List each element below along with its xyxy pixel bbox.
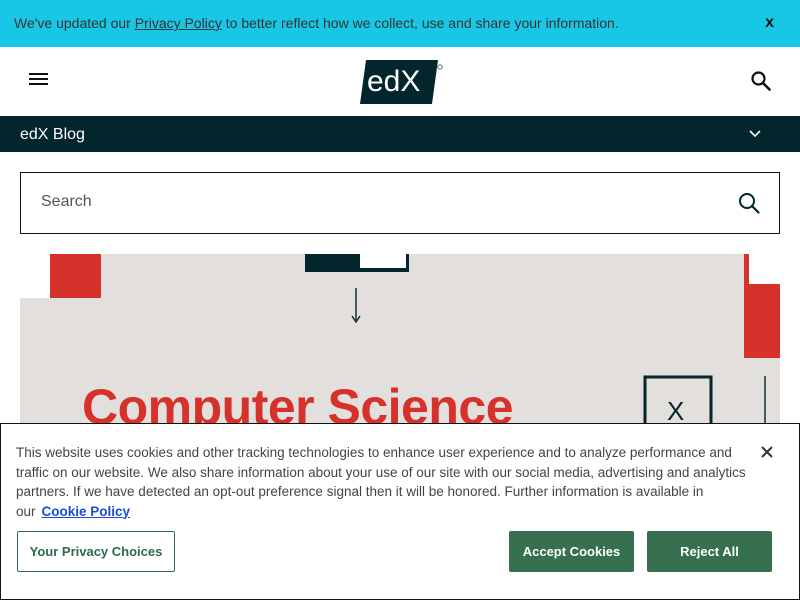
site-header: edX	[0, 47, 800, 116]
privacy-banner-close-button[interactable]: x	[765, 14, 774, 32]
privacy-policy-link[interactable]: Privacy Policy	[135, 15, 222, 31]
hero-box-letter: X	[667, 396, 684, 424]
hamburger-menu-icon[interactable]	[28, 70, 50, 88]
blog-search-box	[20, 172, 780, 234]
privacy-banner-message: We've updated our Privacy Policy to bett…	[14, 15, 619, 31]
edx-logo[interactable]: edX	[358, 58, 446, 106]
reject-all-button[interactable]: Reject All	[647, 531, 772, 572]
cookie-consent-message: This website uses cookies and other trac…	[16, 445, 746, 519]
accept-cookies-button[interactable]: Accept Cookies	[509, 531, 634, 572]
chevron-down-icon[interactable]	[748, 127, 762, 141]
cookie-consent-panel: This website uses cookies and other trac…	[0, 423, 800, 600]
search-submit-icon[interactable]	[737, 191, 761, 215]
close-icon[interactable]	[759, 444, 775, 460]
privacy-update-banner: We've updated our Privacy Policy to bett…	[0, 0, 800, 47]
search-icon[interactable]	[750, 70, 772, 92]
blog-title: edX Blog	[20, 126, 85, 143]
hero-headline: Computer Science	[82, 379, 514, 424]
privacy-choices-button[interactable]: Your Privacy Choices	[17, 531, 175, 572]
hero-image[interactable]: X Computer Science	[20, 254, 780, 424]
search-input[interactable]	[41, 193, 701, 211]
cookie-policy-link[interactable]: Cookie Policy	[42, 504, 131, 519]
blog-nav-bar[interactable]: edX Blog	[0, 116, 800, 152]
logo-wordmark: edX	[367, 65, 420, 98]
